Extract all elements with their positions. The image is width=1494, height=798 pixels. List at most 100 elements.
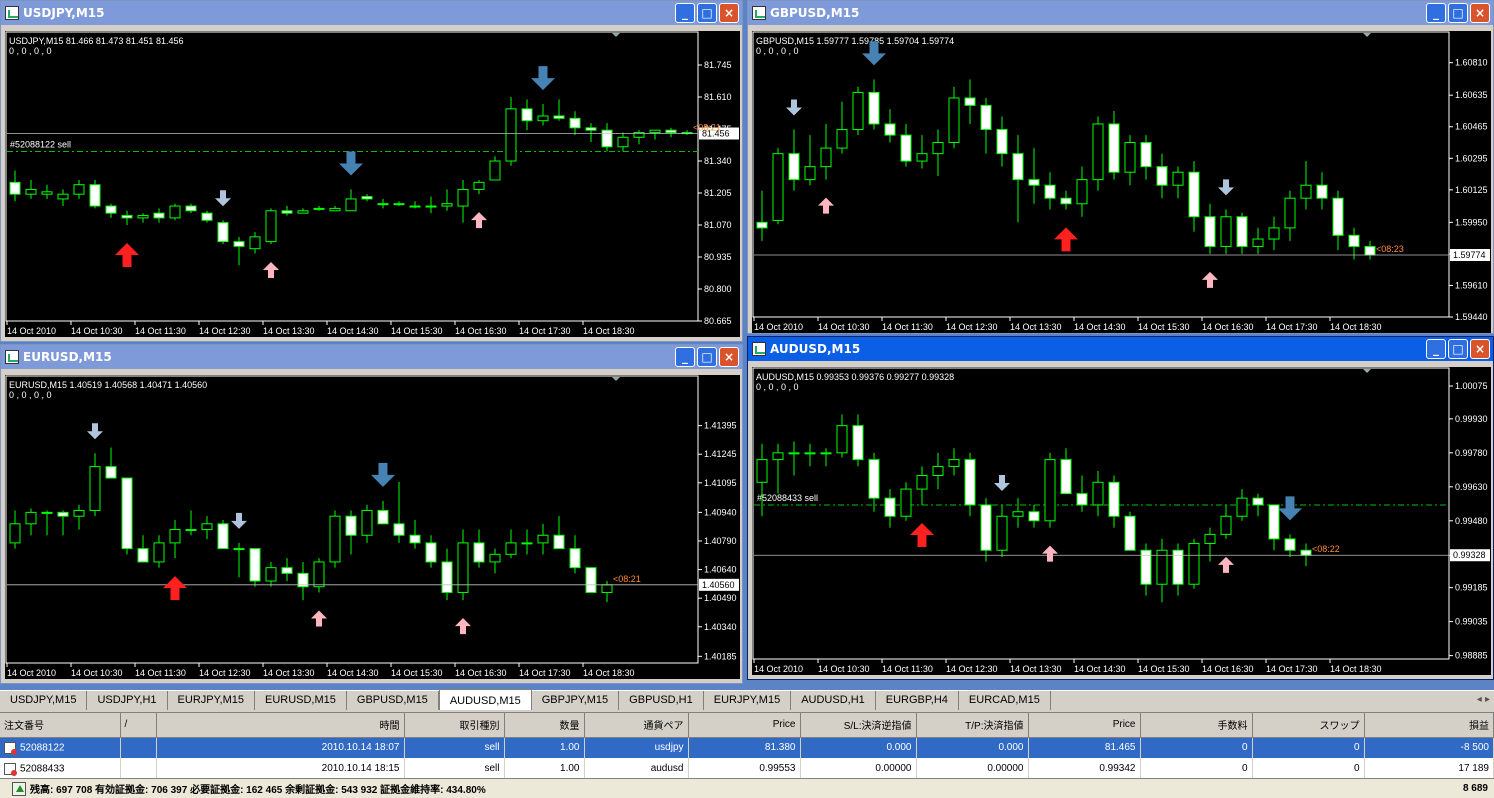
symbol-info-line: USDJPY,M15 81.466 81.473 81.451 81.456 xyxy=(9,36,183,46)
candle-body xyxy=(281,210,293,214)
candle-body xyxy=(265,567,277,582)
candle-body xyxy=(217,222,229,243)
x-tick-label: 14 Oct 11:30 xyxy=(882,664,933,674)
candle-body xyxy=(73,184,85,195)
tab-gbpusd-h1[interactable]: GBPUSD,H1 xyxy=(619,691,704,710)
tab-eurjpy-m15-2[interactable]: EURJPY,M15 xyxy=(704,691,792,710)
x-tick-label: 14 Oct 10:30 xyxy=(71,668,123,678)
close-button[interactable]: × xyxy=(1470,339,1490,359)
chart-canvas[interactable]: AUDUSD,M15 0.99353 0.99376 0.99277 0.993… xyxy=(752,367,1491,675)
candle-body xyxy=(1124,515,1136,551)
minimize-button[interactable]: _ xyxy=(1426,339,1446,359)
candle-body xyxy=(457,188,469,207)
tab-eurusd-m15[interactable]: EURUSD,M15 xyxy=(255,691,347,710)
open-price-cell: 0.99553 xyxy=(688,758,801,779)
tab-usdjpy-h1[interactable]: USDJPY,H1 xyxy=(87,691,168,710)
maximize-button[interactable]: □ xyxy=(697,3,717,23)
candle-body xyxy=(185,205,197,212)
maximize-button[interactable]: □ xyxy=(1448,3,1468,23)
col-symbol[interactable]: 通貨ペア xyxy=(584,713,689,738)
chart-window-usdjpy[interactable]: USDJPY,M15 _ □ × USDJPY,M15 81.466 81.47… xyxy=(0,0,743,342)
y-tick-label: 1.60125 xyxy=(1455,185,1488,195)
tab-gbpjpy-m15[interactable]: GBPJPY,M15 xyxy=(532,691,620,710)
candle-body xyxy=(1108,123,1120,173)
tab-usdjpy-m15[interactable]: USDJPY,M15 xyxy=(0,691,88,710)
col-profit[interactable]: 損益 xyxy=(1364,713,1494,738)
tab-gbpusd-m15[interactable]: GBPUSD,M15 xyxy=(347,691,439,710)
candle-body xyxy=(852,425,864,461)
col-size[interactable]: 数量 xyxy=(504,713,585,738)
tab-scroll-arrows[interactable]: ◂ ▸ xyxy=(1477,694,1490,705)
chart-icon xyxy=(5,6,19,20)
col-swap[interactable]: スワップ xyxy=(1252,713,1365,738)
chart-canvas[interactable]: GBPUSD,M15 1.59777 1.59785 1.59704 1.597… xyxy=(752,31,1491,333)
candle-body xyxy=(121,215,133,219)
close-button[interactable]: × xyxy=(719,3,739,23)
window-title-bar[interactable]: GBPUSD,M15 _ □ × xyxy=(748,1,1493,25)
candle-body xyxy=(601,129,613,148)
x-tick-label: 14 Oct 17:30 xyxy=(1266,322,1318,332)
chart-icon xyxy=(752,342,766,356)
minimize-button[interactable]: _ xyxy=(675,3,695,23)
candle-body xyxy=(1348,234,1360,247)
price-chart: USDJPY,M15 81.466 81.473 81.451 81.4560 … xyxy=(5,31,739,336)
table-header-row: 注文番号 / 時間 取引種別 数量 通貨ペア Price S/L:決済逆指値 T… xyxy=(0,713,1494,738)
shift-marker-icon xyxy=(1363,33,1371,37)
commission-cell: 0 xyxy=(1140,737,1253,758)
tab-eurgbp-h4[interactable]: EURGBP,H4 xyxy=(876,691,959,710)
col-commission[interactable]: 手数料 xyxy=(1140,713,1253,738)
close-button[interactable]: × xyxy=(719,347,739,367)
chart-canvas[interactable]: EURUSD,M15 1.40519 1.40568 1.40471 1.405… xyxy=(5,375,740,679)
candle-body xyxy=(649,129,661,134)
candle-body xyxy=(884,123,896,136)
x-tick-label: 14 Oct 2010 xyxy=(7,326,56,336)
candle-body xyxy=(137,548,149,563)
chart-window-audusd[interactable]: AUDUSD,M15 _ □ × AUDUSD,M15 0.99353 0.99… xyxy=(747,336,1494,680)
close-button[interactable]: × xyxy=(1470,3,1490,23)
col-take-profit[interactable]: T/P:決済指値 xyxy=(916,713,1029,738)
maximize-button[interactable]: □ xyxy=(697,347,717,367)
candle-body xyxy=(537,534,549,544)
x-tick-label: 14 Oct 15:30 xyxy=(391,668,443,678)
x-tick-label: 14 Oct 13:30 xyxy=(263,668,315,678)
chart-canvas[interactable]: USDJPY,M15 81.466 81.473 81.451 81.456 0 … xyxy=(5,31,740,337)
candle-body xyxy=(9,523,21,544)
candle-body xyxy=(820,147,832,168)
tab-audusd-h1[interactable]: AUDUSD,H1 xyxy=(791,691,876,710)
col-current-price[interactable]: Price xyxy=(1028,713,1141,738)
window-title-bar[interactable]: AUDUSD,M15 _ □ × xyxy=(748,337,1493,361)
candle-body xyxy=(41,511,53,514)
x-tick-label: 14 Oct 16:30 xyxy=(1202,664,1254,674)
col-stop-loss[interactable]: S/L:決済逆指値 xyxy=(800,713,917,738)
candle-body xyxy=(377,203,389,206)
minimize-button[interactable]: _ xyxy=(1426,3,1446,23)
candle-body xyxy=(756,221,768,229)
col-open-price[interactable]: Price xyxy=(688,713,801,738)
window-title-bar[interactable]: USDJPY,M15 _ □ × xyxy=(1,1,742,25)
y-tick-label: 1.60810 xyxy=(1455,58,1488,68)
maximize-button[interactable]: □ xyxy=(1448,339,1468,359)
x-tick-label: 14 Oct 18:30 xyxy=(583,326,635,336)
col-sort-indicator[interactable]: / xyxy=(120,713,157,738)
col-order-number[interactable]: 注文番号 xyxy=(0,713,121,738)
order-row[interactable]: 52088433 2010.10.14 18:15 sell 1.00 audu… xyxy=(0,758,1494,779)
candle-body xyxy=(393,523,405,536)
y-tick-label: 81.340 xyxy=(704,156,732,166)
tab-eurjpy-m15[interactable]: EURJPY,M15 xyxy=(168,691,255,710)
shift-marker-icon xyxy=(612,33,620,37)
col-type[interactable]: 取引種別 xyxy=(404,713,505,738)
candle-body xyxy=(201,212,213,221)
plot-frame xyxy=(752,367,1450,660)
chart-window-eurusd[interactable]: EURUSD,M15 _ □ × EURUSD,M15 1.40519 1.40… xyxy=(0,344,743,684)
window-title-bar[interactable]: EURUSD,M15 _ □ × xyxy=(1,345,742,369)
candle-body xyxy=(585,127,597,131)
order-row[interactable]: 52088122 2010.10.14 18:07 sell 1.00 usdj… xyxy=(0,737,1494,758)
candle-body xyxy=(249,548,261,582)
col-time[interactable]: 時間 xyxy=(156,713,405,738)
chart-window-gbpusd[interactable]: GBPUSD,M15 _ □ × GBPUSD,M15 1.59777 1.59… xyxy=(747,0,1494,334)
tab-audusd-m15[interactable]: AUDUSD,M15 xyxy=(438,689,532,710)
minimize-button[interactable]: _ xyxy=(675,347,695,367)
candle-body xyxy=(329,515,341,563)
y-tick-label: 1.59950 xyxy=(1455,217,1488,227)
tab-eurcad-m15[interactable]: EURCAD,M15 xyxy=(959,691,1051,710)
